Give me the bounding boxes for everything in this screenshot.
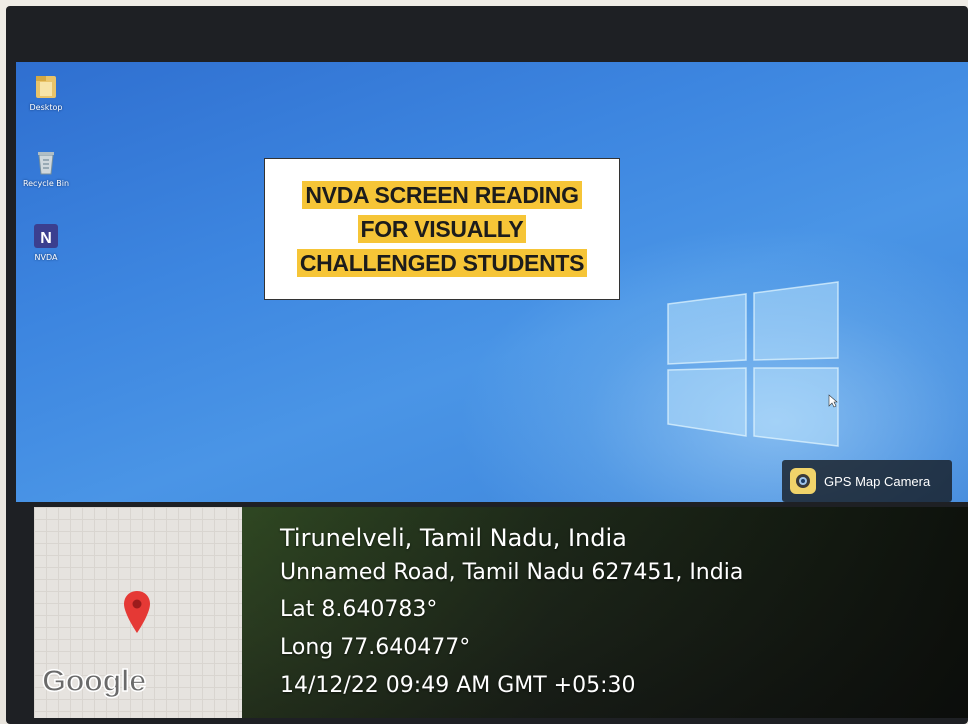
folder-icon [36, 76, 56, 98]
gps-badge-label: GPS Map Camera [824, 473, 931, 489]
location-info: Tirunelveli, Tamil Nadu, India Unnamed R… [280, 521, 958, 705]
map-pin-icon [124, 591, 150, 633]
svg-text:N: N [40, 230, 52, 247]
map-thumbnail: Google [34, 507, 242, 718]
place-name: Tirunelveli, Tamil Nadu, India [280, 524, 627, 552]
timestamp-text: 14/12/22 09:49 AM GMT +05:30 [280, 673, 636, 698]
mouse-cursor-icon [828, 394, 838, 408]
desktop-icon-label: Desktop [29, 103, 63, 112]
address-text: Unnamed Road, Tamil Nadu 627451, India [280, 560, 744, 585]
title-line-3: CHALLENGED STUDENTS [296, 249, 588, 277]
windows-logo [667, 281, 839, 447]
title-card: NVDA SCREEN READING FOR VISUALLY CHALLEN… [264, 158, 620, 300]
camera-icon [790, 468, 816, 494]
desktop-icon-nvda[interactable]: N NVDA [18, 222, 74, 262]
location-overlay: Google Tirunelveli, Tamil Nadu, India Un… [34, 507, 968, 718]
title-line-1: NVDA SCREEN READING [302, 181, 582, 209]
title-line-2: FOR VISUALLY [357, 215, 527, 243]
gps-map-camera-badge: GPS Map Camera [782, 460, 952, 502]
desktop-screen: Desktop Recycle Bin N NVDA NVDA SCREEN R… [16, 62, 968, 502]
recycle-bin-icon [38, 152, 54, 175]
nvda-icon: N [34, 224, 58, 248]
desktop-icon-recycle-bin[interactable]: Recycle Bin [18, 148, 74, 188]
longitude-text: Long 77.640477° [280, 635, 471, 660]
desktop-icon-label: Recycle Bin [22, 179, 70, 188]
google-logo: Google [41, 662, 147, 699]
desktop-icon-folder[interactable]: Desktop [18, 72, 74, 112]
desktop-icon-label: NVDA [34, 253, 58, 262]
latitude-text: Lat 8.640783° [280, 597, 438, 622]
